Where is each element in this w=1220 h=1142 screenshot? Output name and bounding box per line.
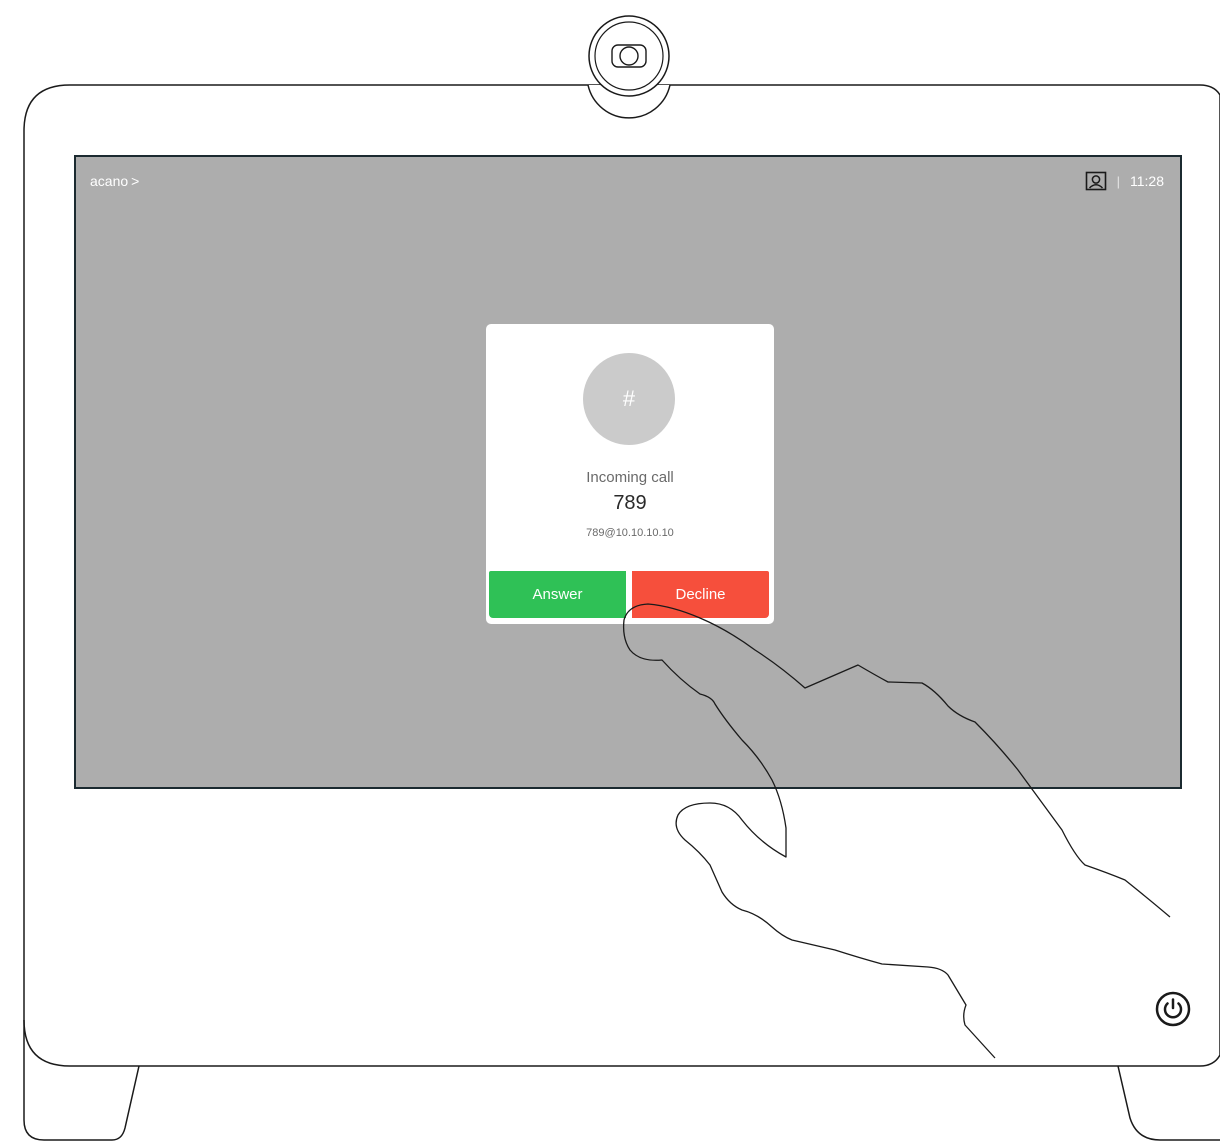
caller-uri: 789@10.10.10.10 bbox=[586, 527, 674, 539]
selfview-icon[interactable] bbox=[1085, 171, 1107, 191]
dialog-subtitle: Incoming call bbox=[586, 469, 674, 486]
caller-name: 789 bbox=[613, 492, 647, 514]
chevron-right-icon: > bbox=[131, 173, 140, 189]
caller-avatar: # bbox=[583, 353, 675, 445]
contact-label[interactable]: acano bbox=[90, 173, 128, 189]
status-area: | 11:28 bbox=[1085, 171, 1164, 191]
contact-breadcrumb[interactable]: acano > bbox=[90, 173, 139, 189]
hash-icon: # bbox=[622, 386, 636, 411]
answer-button[interactable]: Answer bbox=[489, 571, 626, 618]
touch-screen: acano > | 11:28 # Incoming call 789 789@… bbox=[74, 155, 1182, 789]
camera-icon bbox=[587, 15, 671, 119]
power-icon[interactable] bbox=[1155, 991, 1191, 1027]
separator: | bbox=[1116, 173, 1120, 189]
clock: 11:28 bbox=[1130, 173, 1164, 189]
incoming-call-dialog: # Incoming call 789 789@10.10.10.10 Answ… bbox=[486, 324, 774, 624]
device-illustration: acano > | 11:28 # Incoming call 789 789@… bbox=[0, 0, 1220, 1142]
decline-button[interactable]: Decline bbox=[632, 571, 769, 618]
